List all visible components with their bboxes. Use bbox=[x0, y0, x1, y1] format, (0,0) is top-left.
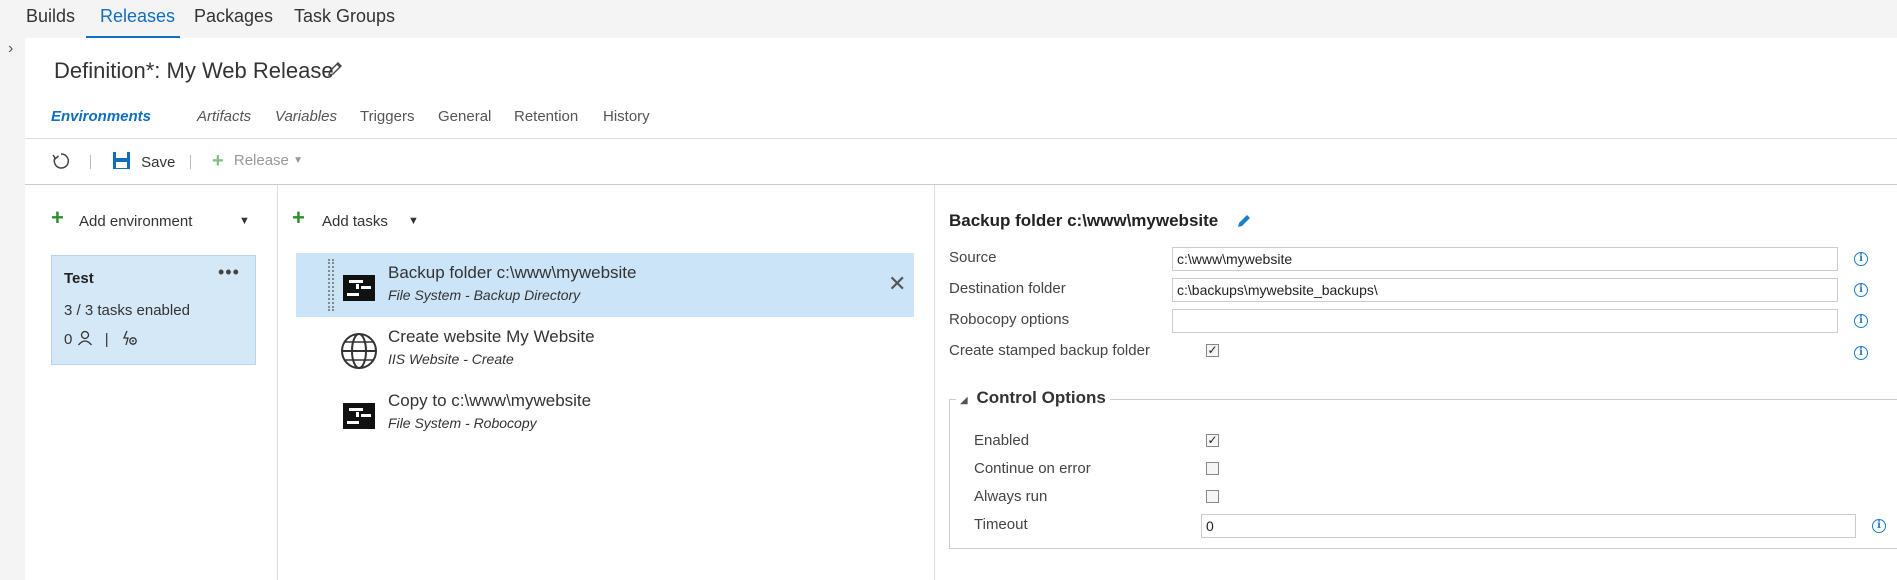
page-title: Definition*: My Web Release bbox=[54, 58, 334, 83]
subtab-artifacts[interactable]: Artifacts bbox=[197, 108, 251, 125]
environments-column: + Add environment ▼ Test ••• 3 / 3 tasks… bbox=[25, 185, 277, 580]
task-details-panel: Backup folder c:\www\mywebsite Source i … bbox=[934, 185, 1897, 580]
plus-icon: + bbox=[292, 205, 305, 230]
remove-task-icon[interactable]: ✕ bbox=[888, 271, 906, 297]
release-label: Release bbox=[233, 152, 289, 169]
tab-releases[interactable]: Releases bbox=[100, 6, 175, 27]
stamped-backup-label: Create stamped backup folder bbox=[949, 342, 1150, 359]
info-icon[interactable]: i bbox=[1854, 346, 1868, 360]
task-subtitle: IIS Website - Create bbox=[388, 351, 514, 367]
robocopy-options-label: Robocopy options bbox=[949, 311, 1070, 328]
info-icon[interactable]: i bbox=[1872, 519, 1886, 533]
timeout-input[interactable] bbox=[1201, 514, 1856, 538]
info-icon[interactable]: i bbox=[1854, 314, 1868, 328]
continue-on-error-checkbox[interactable] bbox=[1206, 462, 1219, 475]
info-icon[interactable]: i bbox=[1854, 252, 1868, 266]
main-panel: Definition*: My Web Release Environments… bbox=[25, 38, 1897, 580]
tasks-enabled-count: 3 / 3 tasks enabled bbox=[64, 302, 190, 319]
footer-separator: | bbox=[104, 331, 109, 348]
add-environment-label: Add environment bbox=[79, 213, 193, 230]
task-name: Create website My Website bbox=[388, 327, 595, 346]
top-navigation: Builds Releases Packages Task Groups bbox=[0, 0, 1897, 38]
chevron-down-icon: ▼ bbox=[293, 155, 303, 166]
always-run-checkbox[interactable] bbox=[1206, 490, 1219, 503]
task-subtitle: File System - Backup Directory bbox=[388, 287, 581, 303]
release-button[interactable]: + Release ▼ bbox=[212, 150, 303, 173]
environment-card-test[interactable]: Test ••• 3 / 3 tasks enabled 0 | bbox=[51, 255, 256, 365]
control-options-header[interactable]: ◢ Control Options bbox=[956, 388, 1110, 408]
control-options-title: Control Options bbox=[976, 388, 1106, 407]
always-run-label: Always run bbox=[974, 488, 1048, 505]
destination-folder-input[interactable] bbox=[1172, 278, 1838, 302]
left-gutter: › bbox=[0, 38, 25, 580]
stamped-backup-checkbox[interactable]: ✓ bbox=[1206, 344, 1219, 357]
tasks-column: + Add tasks ▼ Backup folder c:\www\myweb… bbox=[277, 185, 934, 580]
tab-task-groups[interactable]: Task Groups bbox=[294, 6, 395, 27]
task-name: Copy to c:\www\mywebsite bbox=[388, 391, 592, 410]
edit-pencil-icon[interactable] bbox=[326, 60, 344, 83]
chevron-down-icon[interactable]: ▼ bbox=[239, 215, 250, 227]
filesystem-icon bbox=[343, 403, 375, 429]
environment-name: Test bbox=[64, 270, 94, 287]
add-environment-button[interactable]: + Add environment ▼ bbox=[51, 205, 250, 235]
continue-on-error-label: Continue on error bbox=[974, 460, 1091, 477]
subtab-triggers[interactable]: Triggers bbox=[360, 108, 414, 125]
toolbar-separator bbox=[190, 155, 191, 169]
plus-icon: + bbox=[51, 205, 64, 230]
task-item[interactable]: Backup folder c:\www\mywebsite File Syst… bbox=[296, 253, 914, 317]
edit-title-pencil-icon[interactable] bbox=[1235, 212, 1253, 235]
person-icon[interactable] bbox=[77, 330, 93, 346]
save-icon bbox=[113, 152, 130, 169]
subtab-environments[interactable]: Environments bbox=[51, 108, 151, 125]
tab-builds[interactable]: Builds bbox=[26, 6, 75, 27]
plus-icon: + bbox=[212, 150, 224, 172]
info-icon[interactable]: i bbox=[1854, 283, 1868, 297]
destination-folder-label: Destination folder bbox=[949, 280, 1066, 297]
task-item[interactable]: Copy to c:\www\mywebsite File System - R… bbox=[296, 381, 914, 445]
chevron-down-icon[interactable]: ▼ bbox=[408, 215, 419, 227]
source-input[interactable] bbox=[1172, 247, 1838, 271]
toolbar: Save + Release ▼ bbox=[25, 139, 1897, 185]
add-tasks-button[interactable]: + Add tasks ▼ bbox=[292, 205, 422, 235]
tab-packages[interactable]: Packages bbox=[194, 6, 273, 27]
toolbar-separator bbox=[90, 155, 91, 169]
robocopy-options-input[interactable] bbox=[1172, 309, 1838, 333]
collapse-triangle-icon: ◢ bbox=[960, 395, 968, 406]
more-options-icon[interactable]: ••• bbox=[218, 262, 240, 283]
enabled-label: Enabled bbox=[974, 432, 1030, 449]
subtab-history[interactable]: History bbox=[603, 108, 650, 125]
expand-chevron-icon[interactable]: › bbox=[8, 40, 13, 58]
control-options-group: ◢ Control Options Enabled ✓ Continue on … bbox=[949, 388, 1897, 549]
task-name: Backup folder c:\www\mywebsite bbox=[388, 263, 637, 282]
approvers-count: 0 bbox=[64, 331, 73, 348]
save-button[interactable]: Save bbox=[112, 151, 175, 171]
deployment-conditions-icon[interactable] bbox=[121, 330, 139, 346]
refresh-icon[interactable] bbox=[51, 151, 71, 175]
drag-handle[interactable] bbox=[328, 259, 334, 311]
source-label: Source bbox=[949, 249, 997, 266]
globe-icon bbox=[341, 333, 377, 369]
save-label: Save bbox=[141, 154, 176, 171]
subtab-general[interactable]: General bbox=[438, 108, 491, 125]
subtab-retention[interactable]: Retention bbox=[514, 108, 578, 125]
task-item[interactable]: Create website My Website IIS Website - … bbox=[296, 317, 914, 381]
add-tasks-label: Add tasks bbox=[322, 213, 388, 230]
details-title: Backup folder c:\www\mywebsite bbox=[949, 211, 1219, 230]
filesystem-icon bbox=[343, 275, 375, 301]
timeout-label: Timeout bbox=[974, 516, 1028, 533]
enabled-checkbox[interactable]: ✓ bbox=[1206, 434, 1219, 447]
task-subtitle: File System - Robocopy bbox=[388, 415, 537, 431]
subtab-variables[interactable]: Variables bbox=[275, 108, 337, 125]
environment-footer: 0 | bbox=[64, 330, 139, 348]
